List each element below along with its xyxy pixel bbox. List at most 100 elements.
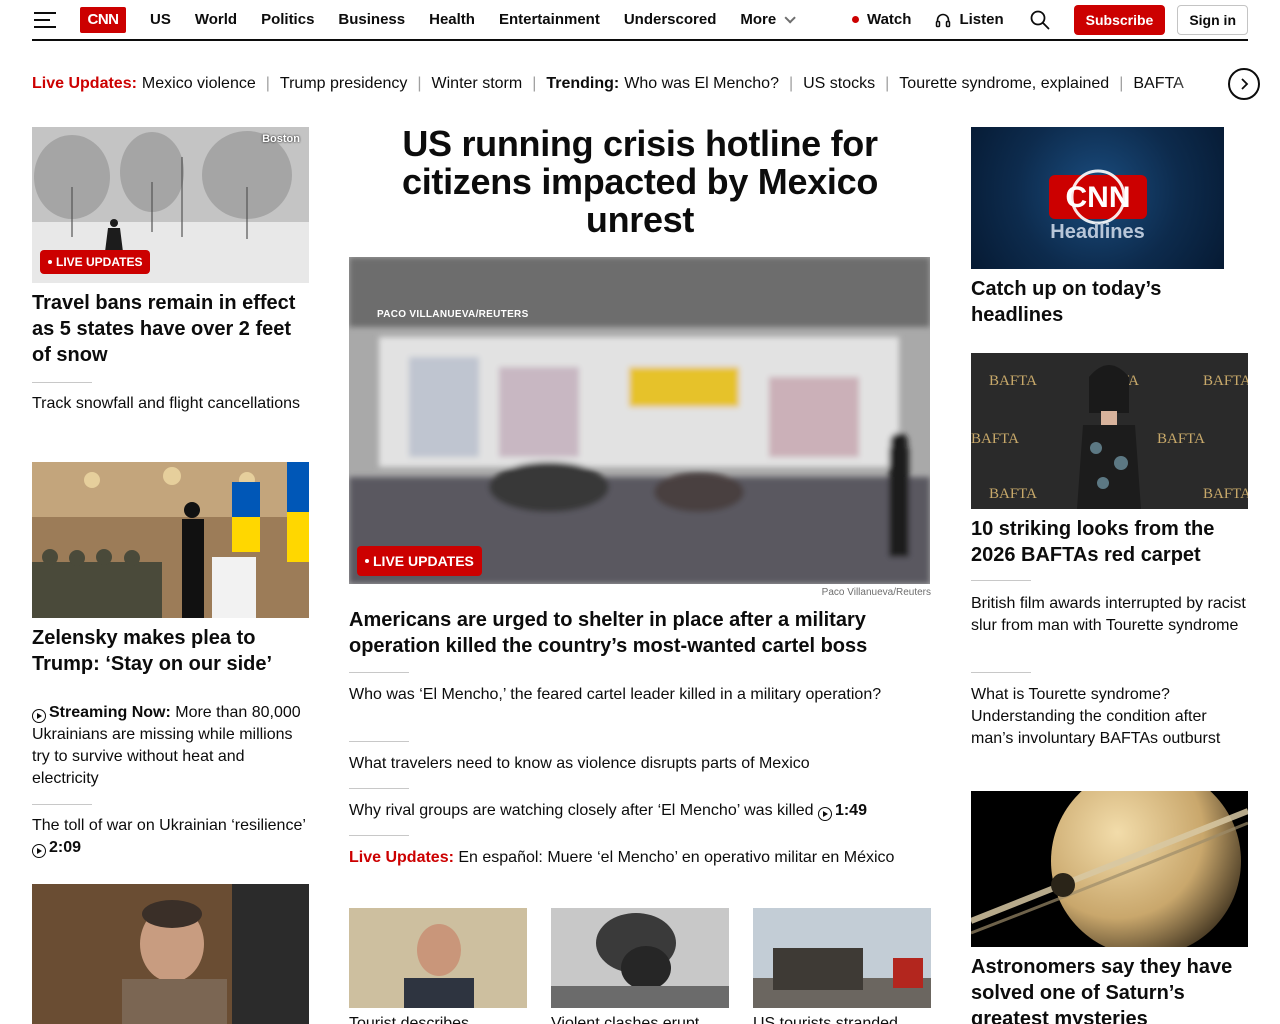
ticker-item[interactable]: Tourette syndrome, explained — [899, 75, 1109, 93]
cnn-headlines-video[interactable]: CNN Headlines — [971, 127, 1224, 269]
ticker-separator: | — [265, 75, 270, 92]
storm-sublink[interactable]: Track snowfall and flight cancellations — [32, 393, 309, 415]
ticker-item[interactable]: US stocks — [803, 75, 875, 93]
watch-label: Watch — [866, 11, 912, 28]
divider — [32, 382, 92, 383]
video-duration: 2:09 — [49, 839, 82, 856]
thumb-caption[interactable]: Violent clashes erupt — [551, 1013, 729, 1024]
bafta-backdrop-text: BAFTA — [971, 431, 1019, 447]
cnn-logo[interactable]: CNN — [80, 6, 126, 33]
nav-business[interactable]: Business — [326, 11, 417, 28]
ticker-separator: | — [1119, 75, 1124, 92]
ticker-item[interactable]: Trump presidency — [280, 75, 407, 93]
court-image[interactable] — [32, 884, 309, 1024]
bafta-link-tourette[interactable]: What is Tourette syndrome? Understanding… — [971, 684, 1253, 750]
main-nav: US World Politics Business Health Entert… — [138, 11, 804, 28]
bafta-link-slur[interactable]: British film awards interrupted by racis… — [971, 593, 1248, 637]
play-icon — [817, 807, 832, 821]
sign-in-button[interactable]: Sign in — [1177, 4, 1248, 35]
zelensky-headline[interactable]: Zelensky makes plea to Trump: ‘Stay on o… — [32, 625, 309, 677]
nav-entertainment[interactable]: Entertainment — [487, 11, 612, 28]
menu-icon[interactable] — [34, 11, 56, 28]
divider — [971, 672, 1031, 673]
ukraine-link-text: The toll of war on Ukrainian ‘resilience… — [32, 817, 306, 834]
ticker-text: Mexico violence — [141, 75, 256, 92]
ukraine-video-link[interactable]: The toll of war on Ukrainian ‘resilience… — [32, 815, 309, 859]
search-icon — [1030, 10, 1050, 29]
bafta-backdrop-text: BAFTA — [989, 373, 1037, 389]
nav-more[interactable]: More — [728, 11, 804, 28]
ticker-item[interactable]: Winter storm — [432, 75, 523, 93]
bafta-backdrop-text: BAFTA — [1203, 486, 1248, 502]
ticker-item[interactable]: Trending: Who was El Mencho? — [546, 75, 779, 93]
video-link-text: Why rival groups are watching closely af… — [349, 802, 818, 819]
bafta-headline[interactable]: 10 striking looks from the 2026 BAFTAs r… — [971, 516, 1248, 568]
live-dot-icon — [365, 559, 369, 563]
nav-health[interactable]: Health — [417, 11, 487, 28]
streaming-now-link[interactable]: Streaming Now: More than 80,000 Ukrainia… — [32, 702, 312, 790]
play-icon — [32, 844, 46, 858]
top-nav: CNN US World Politics Business Health En… — [32, 0, 1248, 41]
ticker-next-button[interactable] — [1228, 68, 1260, 100]
trending-ticker: Live Updates: Mexico violence | Trump pr… — [32, 72, 1222, 96]
bafta-image[interactable]: BAFTA BAFTA BAFTA BAFTA BAFTA BAFTA BAFT… — [971, 353, 1248, 509]
live-updates-badge: LIVE UPDATES — [40, 250, 151, 274]
storm-headline[interactable]: Travel bans remain in effect as 5 states… — [32, 290, 309, 368]
airport-scene — [349, 257, 930, 584]
bafta-scene: BAFTA BAFTA BAFTA BAFTA BAFTA BAFTA BAFT… — [971, 353, 1248, 509]
play-icon — [32, 709, 46, 723]
main-link-el-mencho[interactable]: Who was ‘El Mencho,’ the feared cartel l… — [349, 684, 889, 706]
thumb-caption[interactable]: US tourists stranded — [753, 1013, 931, 1024]
nav-us[interactable]: US — [138, 11, 183, 28]
ticker-text: US stocks — [803, 75, 876, 92]
image-credit: Paco Villanueva/Reuters — [821, 587, 931, 598]
ticker-separator: | — [532, 75, 537, 92]
storm-image[interactable]: Boston LIVE UPDATES — [32, 127, 309, 283]
main-link-travelers[interactable]: What travelers need to know as violence … — [349, 753, 931, 775]
image-credit-overlay: PACO VILLANUEVA/REUTERS — [377, 309, 529, 320]
ticker-text: Tourette syndrome, explained — [899, 75, 1110, 92]
live-espanol-text: En español: Muere ‘el Mencho’ en operati… — [453, 849, 895, 866]
saturn-headline[interactable]: Astronomers say they have solved one of … — [971, 954, 1248, 1024]
main-video-link[interactable]: Why rival groups are watching closely af… — [349, 800, 939, 822]
live-badge-label: LIVE UPDATES — [373, 553, 474, 569]
live-dot-icon — [851, 16, 859, 23]
court-scene — [32, 884, 309, 1024]
divider — [349, 788, 409, 789]
live-badge-label: LIVE UPDATES — [56, 255, 143, 269]
search-button[interactable] — [1030, 10, 1050, 30]
zelensky-scene — [32, 462, 309, 618]
zelensky-image[interactable] — [32, 462, 309, 618]
thumb-image-bus[interactable] — [753, 908, 931, 1008]
streaming-label: Streaming Now: — [49, 704, 171, 721]
nav-politics[interactable]: Politics — [249, 11, 326, 28]
nav-world[interactable]: World — [183, 11, 249, 28]
headlines-label: Headlines — [1050, 221, 1145, 243]
saturn-image[interactable] — [971, 791, 1248, 947]
headlines-caption[interactable]: Catch up on today’s headlines — [971, 276, 1248, 328]
ticker-live-label: Live Updates: — [32, 75, 137, 92]
saturn-scene — [971, 791, 1248, 947]
listen-label: Listen — [959, 11, 1004, 28]
main-story-image[interactable]: PACO VILLANUEVA/REUTERS LIVE UPDATES — [349, 257, 930, 584]
thumb-image-smoke[interactable] — [551, 908, 729, 1008]
divider — [349, 672, 409, 673]
ticker-separator: | — [788, 75, 794, 92]
main-subhead[interactable]: Americans are urged to shelter in place … — [349, 607, 931, 659]
ticker-item[interactable]: Live Updates: Mexico violence — [32, 75, 256, 93]
main-headline[interactable]: US running crisis hotline for citizens i… — [360, 125, 920, 239]
ticker-trending-label: Trending: — [546, 75, 620, 92]
chevron-right-icon — [1241, 78, 1249, 90]
nav-underscored[interactable]: Underscored — [612, 11, 729, 28]
thumb-image-tourist[interactable] — [349, 908, 527, 1008]
thumb-caption[interactable]: Tourist describes — [349, 1013, 527, 1024]
main-live-espanol-link[interactable]: Live Updates: En español: Muere ‘el Menc… — [349, 847, 909, 869]
listen-button[interactable]: Listen — [923, 11, 1015, 28]
header-actions: Watch Listen Subscribe Sign in — [840, 4, 1248, 35]
ticker-separator: | — [885, 75, 890, 92]
subscribe-button[interactable]: Subscribe — [1073, 4, 1166, 35]
watch-button[interactable]: Watch — [840, 11, 923, 28]
divider — [32, 804, 92, 805]
bafta-backdrop-text: BAFTA — [1203, 373, 1248, 389]
live-updates-badge: LIVE UPDATES — [357, 546, 482, 576]
